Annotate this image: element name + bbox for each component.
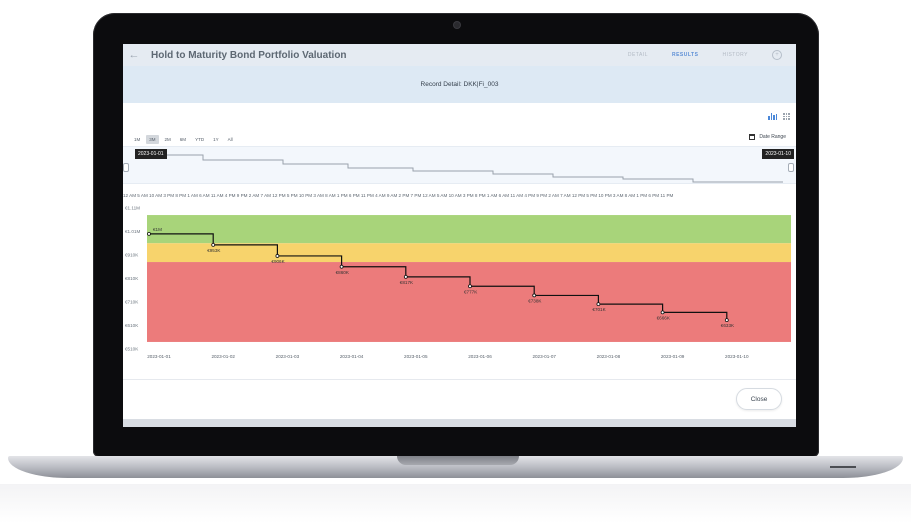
y-tick-label: €910K	[125, 253, 139, 258]
tab-bar: DETAIL RESULTS HISTORY +	[628, 50, 796, 60]
data-point	[532, 293, 537, 298]
data-label: €1M	[153, 227, 162, 232]
x-axis: 2023-01-01 2023-01-02 2023-01-03 2023-01-04…	[147, 354, 749, 359]
date-range-button[interactable]: Date Range	[749, 134, 786, 140]
x-tick-label: 2023-01-09	[661, 354, 685, 359]
navigator-left-handle[interactable]	[123, 163, 129, 172]
navigator-right-handle[interactable]	[788, 163, 794, 172]
threshold-bands	[147, 215, 791, 342]
band-green	[147, 215, 791, 244]
x-tick-label: 2023-01-08	[597, 354, 621, 359]
page-title: Hold to Maturity Bond Portfolio Valuatio…	[151, 49, 347, 61]
data-label: €701K	[592, 307, 606, 312]
band-yellow	[147, 243, 791, 263]
x-tick-label: 2023-01-04	[340, 354, 364, 359]
data-point	[724, 318, 729, 322]
laptop-edge-mark	[830, 466, 856, 468]
y-tick-label: €1.11M	[125, 206, 140, 211]
range-button[interactable]: All	[225, 135, 236, 144]
laptop-mockup: ← Hold to Maturity Bond Portfolio Valuat…	[0, 0, 911, 523]
time-axis: 12 AM 5 AM 10 AM 3 PM 8 PM 1 AM 6 AM 11 …	[123, 193, 674, 198]
data-point	[468, 284, 472, 289]
range-button[interactable]: 1M	[131, 135, 143, 144]
y-tick-label: €810K	[125, 276, 139, 281]
range-selector: 1M 3M 2M 6M YTD 1Y All	[131, 135, 236, 144]
laptop-notch	[397, 456, 519, 465]
data-point	[339, 264, 344, 269]
app-header: ← Hold to Maturity Bond Portfolio Valuat…	[123, 44, 796, 66]
calendar-icon	[749, 134, 756, 140]
data-label: €953K	[207, 248, 221, 253]
arrow-left-icon[interactable]: ←	[123, 49, 145, 61]
y-tick-label: €1.01M	[125, 229, 140, 234]
range-button[interactable]: 6M	[177, 135, 189, 144]
data-label: €738K	[528, 298, 542, 303]
range-button[interactable]: 2M	[162, 135, 174, 144]
data-label: €777K	[464, 289, 478, 294]
y-tick-label: €710K	[125, 300, 139, 305]
band-red	[147, 262, 791, 342]
x-tick-label: 2023-01-05	[404, 354, 428, 359]
valuation-chart: €1.11M €1.01M €910K €810K €710K €610K €510K 20…	[125, 206, 791, 359]
data-label: €817K	[400, 280, 414, 285]
data-label: €633K	[721, 323, 735, 328]
data-point	[596, 302, 601, 307]
data-point	[211, 242, 216, 247]
x-tick-label: 2023-01-07	[532, 354, 556, 359]
range-button-selected[interactable]: 3M	[146, 135, 159, 144]
navigator-end-label: 2023-01-10	[762, 149, 794, 159]
data-label: €906K	[271, 259, 285, 264]
circle-plus-icon[interactable]: +	[772, 50, 782, 60]
x-tick-label: 2023-01-06	[468, 354, 492, 359]
navigator-series	[147, 154, 783, 183]
record-header: Record Detail: DKK|Fi_003	[123, 66, 796, 103]
y-tick-label: €610K	[125, 323, 139, 328]
tab-history[interactable]: HISTORY	[722, 52, 748, 58]
bar-chart-icon[interactable]	[768, 113, 777, 120]
app-screen: ← Hold to Maturity Bond Portfolio Valuat…	[123, 44, 796, 427]
data-label: €666K	[657, 315, 671, 320]
tab-detail[interactable]: DETAIL	[628, 52, 648, 58]
record-title: Record Detail: DKK|Fi_003	[420, 81, 499, 88]
bottom-strip	[123, 419, 796, 427]
data-point	[275, 254, 280, 258]
x-tick-label: 2023-01-10	[725, 354, 749, 359]
camera-icon	[454, 22, 460, 28]
tab-results[interactable]: RESULTS	[672, 52, 698, 58]
x-tick-label: 2023-01-01	[147, 354, 171, 359]
footer-divider	[123, 379, 796, 380]
view-toggle	[768, 113, 790, 120]
range-button[interactable]: 1Y	[210, 135, 222, 144]
x-tick-label: 2023-01-02	[211, 354, 235, 359]
date-range-label: Date Range	[759, 134, 786, 140]
grid-table-icon[interactable]	[783, 113, 790, 120]
y-axis: €1.11M €1.01M €910K €810K €710K €610K €510K	[125, 206, 140, 352]
data-point	[403, 274, 408, 279]
data-point	[147, 231, 151, 236]
data-point	[660, 310, 665, 315]
data-label: €860K	[336, 270, 350, 275]
navigator[interactable]	[123, 146, 796, 184]
x-tick-label: 2023-01-03	[276, 354, 300, 359]
close-button[interactable]: Close	[736, 388, 782, 410]
laptop-shadow	[0, 484, 911, 523]
y-tick-label: €510K	[125, 347, 139, 352]
navigator-start-label: 2023-01-01	[135, 149, 167, 159]
range-button[interactable]: YTD	[192, 135, 207, 144]
